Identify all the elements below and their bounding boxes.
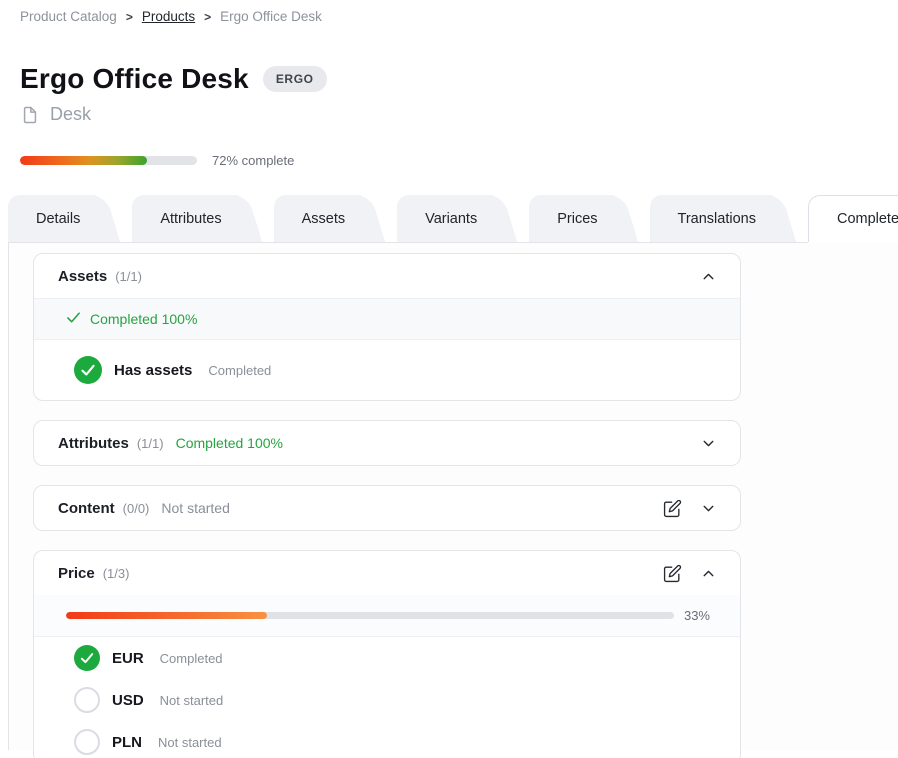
section-title: Attributes <box>58 435 129 452</box>
chevron-up-icon[interactable] <box>696 264 720 288</box>
assets-item-row: Has assets Completed <box>34 340 740 400</box>
price-progress-fill <box>66 612 267 619</box>
tab-completeness[interactable]: Completeness <box>808 195 898 242</box>
section-attributes-header[interactable]: Attributes (1/1) Completed 100% <box>34 421 740 465</box>
chevron-down-icon[interactable] <box>696 431 720 455</box>
overall-progress-bar <box>20 156 197 165</box>
price-progress-label: 33% <box>684 608 710 623</box>
section-count: (0/0) <box>123 501 150 516</box>
tab-variants[interactable]: Variants <box>397 195 493 242</box>
tab-assets[interactable]: Assets <box>274 195 362 242</box>
tab-bar: Details Attributes Assets Variants Price… <box>8 195 898 242</box>
section-count: (1/1) <box>115 269 142 284</box>
price-item-row: USD Not started <box>34 679 740 721</box>
breadcrumb-item-product-catalog[interactable]: Product Catalog <box>20 9 117 24</box>
breadcrumb-separator: > <box>204 10 211 24</box>
check-icon <box>66 310 81 328</box>
breadcrumb-separator: > <box>126 10 133 24</box>
page-title: Ergo Office Desk <box>20 63 249 95</box>
price-progress-row: 33% <box>34 595 740 637</box>
tab-details[interactable]: Details <box>8 195 96 242</box>
chevron-down-icon[interactable] <box>696 496 720 520</box>
section-content-header[interactable]: Content (0/0) Not started <box>34 486 740 530</box>
empty-circle-icon <box>74 687 100 713</box>
summary-label: Completed 100% <box>90 311 197 327</box>
edit-icon[interactable] <box>660 561 684 585</box>
tab-prices[interactable]: Prices <box>529 195 613 242</box>
section-price-header[interactable]: Price (1/3) <box>34 551 740 595</box>
section-assets-header[interactable]: Assets (1/1) <box>34 254 740 298</box>
product-identifier-badge: ERGO <box>263 66 327 92</box>
price-item-row: PLN Not started <box>34 721 740 758</box>
section-status: Completed 100% <box>176 435 283 451</box>
product-family-label: Desk <box>50 104 91 125</box>
empty-circle-icon <box>74 729 100 755</box>
overall-completeness-row: 72% complete <box>20 153 898 168</box>
overall-progress-fill <box>20 156 147 165</box>
page-header: Ergo Office Desk ERGO <box>20 63 898 95</box>
currency-code: EUR <box>112 650 144 667</box>
completeness-panel: Assets (1/1) Completed 100% Has assets C… <box>8 242 898 750</box>
section-count: (1/3) <box>103 566 130 581</box>
file-icon <box>20 105 40 125</box>
currency-code: USD <box>112 692 144 709</box>
tab-attributes[interactable]: Attributes <box>132 195 237 242</box>
breadcrumb: Product Catalog > Products > Ergo Office… <box>0 0 898 24</box>
check-circle-icon <box>74 356 102 384</box>
tab-translations[interactable]: Translations <box>650 195 772 242</box>
currency-code: PLN <box>112 734 142 751</box>
chevron-up-icon[interactable] <box>696 561 720 585</box>
section-price: Price (1/3) 33% EUR Completed USD <box>33 550 741 758</box>
currency-status: Completed <box>160 651 223 666</box>
section-title: Assets <box>58 268 107 285</box>
section-assets-summary: Completed 100% <box>34 298 740 340</box>
currency-status: Not started <box>158 735 222 750</box>
currency-status: Not started <box>160 693 224 708</box>
section-attributes: Attributes (1/1) Completed 100% <box>33 420 741 466</box>
section-count: (1/1) <box>137 436 164 451</box>
check-circle-icon <box>74 645 100 671</box>
price-progress-bar <box>66 612 674 619</box>
breadcrumb-item-products[interactable]: Products <box>142 9 195 24</box>
section-status: Not started <box>161 500 229 516</box>
section-content: Content (0/0) Not started <box>33 485 741 531</box>
breadcrumb-item-current: Ergo Office Desk <box>220 9 322 24</box>
section-title: Content <box>58 500 115 517</box>
product-family-row: Desk <box>20 104 898 125</box>
price-item-row: EUR Completed <box>34 637 740 679</box>
section-assets: Assets (1/1) Completed 100% Has assets C… <box>33 253 741 401</box>
overall-progress-label: 72% complete <box>212 153 294 168</box>
section-title: Price <box>58 565 95 582</box>
assets-item-status: Completed <box>208 363 271 378</box>
edit-icon[interactable] <box>660 496 684 520</box>
assets-item-name: Has assets <box>114 362 192 379</box>
